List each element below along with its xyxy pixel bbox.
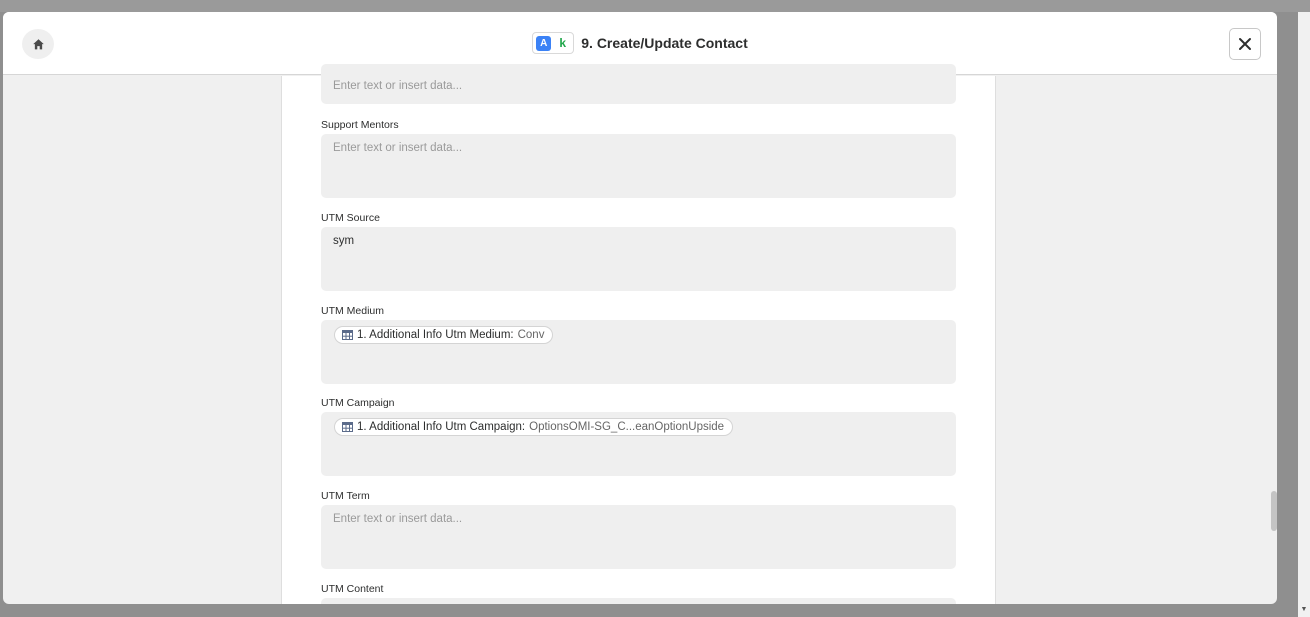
pill-key: 1. Additional Info Utm Campaign: xyxy=(357,421,526,433)
home-icon xyxy=(32,38,44,49)
pill-value: Conv xyxy=(517,329,545,341)
utm-medium-field[interactable]: 1. Additional Info Utm Medium: Conv xyxy=(321,320,956,384)
support-mentors-field[interactable]: Enter text or insert data... xyxy=(321,134,956,198)
utm-term-field[interactable]: Enter text or insert data... xyxy=(321,505,956,569)
utm-campaign-field[interactable]: 1. Additional Info Utm Campaign: Options… xyxy=(321,412,956,476)
modal-title-group: A k 9. Create/Update Contact xyxy=(532,32,748,54)
table-icon xyxy=(342,330,353,340)
field-label-utm-campaign: UTM Campaign xyxy=(321,397,395,409)
app-k-icon: k xyxy=(559,36,567,50)
app-icons: A k xyxy=(532,32,575,54)
form-panel: Enter text or insert data... Support Men… xyxy=(281,64,996,604)
pill-value: OptionsOMI-SG_C...eanOptionUpside xyxy=(529,421,725,433)
field-value: sym xyxy=(333,235,355,247)
table-icon xyxy=(342,422,353,432)
field-placeholder: Enter text or insert data... xyxy=(333,80,463,92)
field-label-utm-medium: UTM Medium xyxy=(321,305,385,317)
field-label-support-mentors: Support Mentors xyxy=(321,119,399,131)
field-placeholder: Enter text or insert data... xyxy=(333,142,463,154)
home-button[interactable] xyxy=(22,29,54,59)
close-icon xyxy=(1239,38,1251,50)
scroll-down-arrow-icon[interactable]: ▼ xyxy=(1300,606,1308,614)
utm-source-field[interactable]: sym xyxy=(321,227,956,291)
modal-scrollbar-thumb[interactable] xyxy=(1271,491,1277,531)
app-a-icon: A xyxy=(536,35,552,51)
pill-key: 1. Additional Info Utm Medium: xyxy=(357,329,514,341)
page-scrollbar[interactable] xyxy=(1298,12,1310,617)
field-label-utm-content: UTM Content xyxy=(321,583,384,595)
field-label-utm-term: UTM Term xyxy=(321,490,370,502)
utm-content-field[interactable] xyxy=(321,598,956,604)
backdrop xyxy=(0,0,1310,12)
step-editor-modal: A k 9. Create/Update Contact Enter text … xyxy=(3,12,1277,604)
field-placeholder: Enter text or insert data... xyxy=(333,513,463,525)
text-field-top[interactable]: Enter text or insert data... xyxy=(321,64,956,104)
mapped-data-pill[interactable]: 1. Additional Info Utm Medium: Conv xyxy=(334,326,554,344)
field-label-utm-source: UTM Source xyxy=(321,212,380,224)
close-button[interactable] xyxy=(1229,28,1261,60)
modal-title: 9. Create/Update Contact xyxy=(581,35,748,51)
mapped-data-pill[interactable]: 1. Additional Info Utm Campaign: Options… xyxy=(334,418,734,436)
